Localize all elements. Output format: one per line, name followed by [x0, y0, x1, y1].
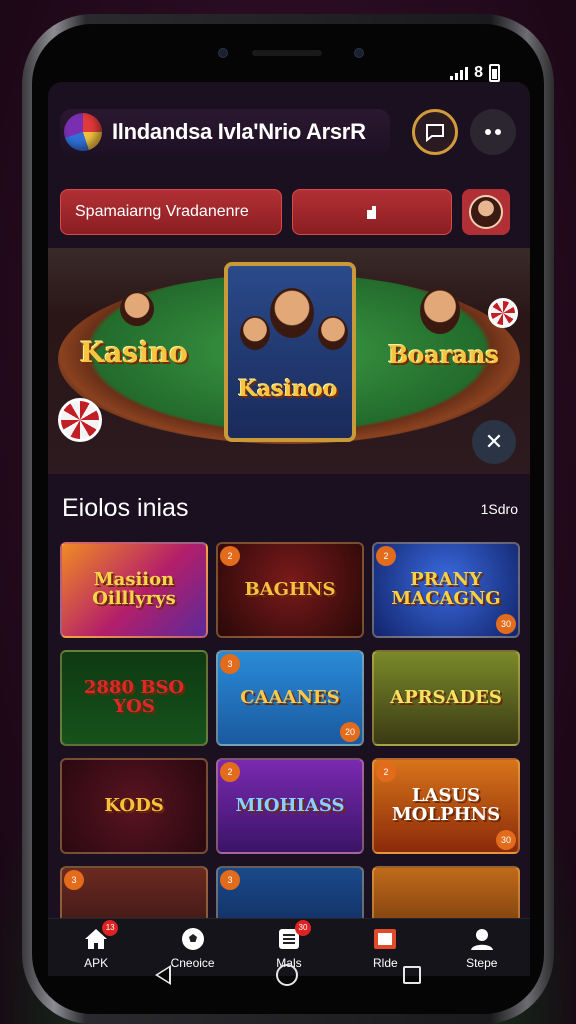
poker-chip-icon: [58, 398, 102, 442]
game-grid: Masiion Oilllyrys 2 BAGHNS 2 30 PRANY MACAGNG…: [60, 542, 520, 962]
poker-chip-icon: [488, 298, 518, 328]
tile-badge: 3: [220, 870, 240, 890]
phone-frame: 8 Ilndandsa Ivla'Nrio ArsrR Spamaiarng V…: [22, 14, 554, 1024]
title-bar: Ilndandsa Ivla'Nrio ArsrR: [60, 109, 390, 155]
character-image: [270, 288, 314, 338]
status-bar: 8: [450, 64, 500, 82]
status-number: 8: [474, 64, 483, 81]
tile-badge: 2: [376, 762, 396, 782]
game-tile-title: BAGHNS: [244, 578, 336, 600]
gift-icon: [371, 926, 399, 952]
recent-apps-icon[interactable]: [403, 966, 422, 984]
game-tile[interactable]: KODS: [60, 758, 208, 854]
game-tile[interactable]: APRSADES: [372, 650, 520, 746]
promo-banner[interactable]: Kasino Kasinoo Boarans ✕: [48, 248, 530, 474]
soccer-ball-icon: [179, 926, 207, 952]
game-tile-title: APRSADES: [390, 686, 502, 708]
character-image: [240, 316, 270, 350]
tile-badge: 2: [220, 762, 240, 782]
tile-badge: 2: [376, 546, 396, 566]
app-logo-icon: [64, 113, 102, 151]
character-image: [420, 288, 460, 334]
game-tile-title: Masiion Oilllyrys: [92, 569, 176, 609]
tile-badge: 3: [220, 654, 240, 674]
game-tile[interactable]: 2 MIOHIASS: [216, 758, 364, 854]
game-tile-title: 2880 BSO YOS: [83, 677, 185, 717]
close-icon: ✕: [484, 429, 504, 454]
user-avatar[interactable]: [462, 189, 510, 235]
hand-icon: [367, 206, 376, 219]
game-tile[interactable]: Masiion Oilllyrys: [60, 542, 208, 638]
game-tile[interactable]: 2 30 LASUS MOLPHNS: [372, 758, 520, 854]
app-screen: Ilndandsa Ivla'Nrio ArsrR Spamaiarng Vra…: [48, 82, 530, 976]
battery-icon: [489, 64, 500, 82]
sensor: [354, 48, 364, 58]
banner-close-button[interactable]: ✕: [472, 420, 516, 464]
profile-icon: [468, 926, 496, 952]
character-image: [120, 292, 154, 326]
banner-center-brand: Kasinoo: [238, 376, 338, 402]
tile-badge: 3: [64, 870, 84, 890]
app-header: Ilndandsa Ivla'Nrio ArsrR: [60, 108, 518, 156]
banner-left-brand: Kasino: [80, 336, 188, 369]
front-camera: [218, 48, 228, 58]
tile-badge: 2: [220, 546, 240, 566]
back-icon[interactable]: [154, 965, 171, 985]
section-title: Eiolos inias: [62, 494, 189, 522]
section-header: Eiolos inias 1Sdro: [62, 494, 518, 523]
see-all-link[interactable]: 1Sdro: [481, 501, 518, 517]
tile-corner-badge: 20: [340, 722, 360, 742]
game-tile-title: PRANY MACAGNG: [391, 569, 501, 609]
earpiece-speaker: [252, 50, 322, 56]
nav-badge: 13: [102, 919, 119, 936]
game-tile[interactable]: 2880 BSO YOS: [60, 650, 208, 746]
menu-icon: [485, 129, 501, 135]
search-row: Spamaiarng Vradanenre: [60, 188, 518, 236]
deposit-button[interactable]: [292, 189, 452, 235]
game-tile-title: LASUS MOLPHNS: [391, 785, 501, 825]
game-tile[interactable]: 2 30 PRANY MACAGNG: [372, 542, 520, 638]
app-title: Ilndandsa Ivla'Nrio ArsrR: [112, 119, 366, 144]
menu-button[interactable]: [470, 109, 516, 155]
home-circle-icon[interactable]: [275, 964, 298, 986]
tile-corner-badge: 30: [496, 614, 516, 634]
avatar-image: [469, 195, 503, 229]
banner-center-card: Kasinoo: [224, 262, 356, 442]
search-input[interactable]: Spamaiarng Vradanenre: [60, 189, 282, 235]
game-tile-title: CAAANES: [240, 686, 340, 708]
game-tile-title: KODS: [104, 794, 164, 816]
chat-icon: [426, 124, 444, 143]
nav-badge: 30: [294, 919, 311, 936]
system-navigation-bar: [32, 950, 544, 1000]
game-tile[interactable]: 2 BAGHNS: [216, 542, 364, 638]
banner-right-brand: Boarans: [388, 340, 499, 369]
tile-corner-badge: 30: [496, 830, 516, 850]
game-tile-title: MIOHIASS: [235, 794, 345, 816]
game-tile[interactable]: 3 20 CAAANES: [216, 650, 364, 746]
phone-bezel: 8 Ilndandsa Ivla'Nrio ArsrR Spamaiarng V…: [32, 24, 544, 1014]
chat-button[interactable]: [412, 109, 458, 155]
character-image: [318, 316, 348, 350]
signal-icon: [450, 66, 469, 80]
